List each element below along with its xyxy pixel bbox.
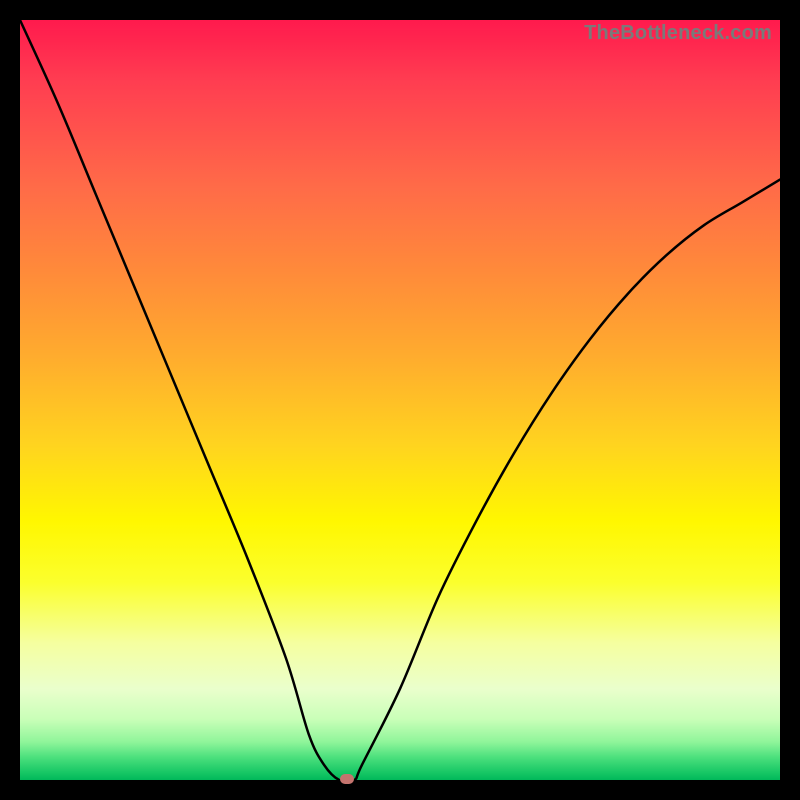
curve-path <box>20 20 780 782</box>
chart-area: TheBottleneck.com <box>20 20 780 780</box>
bottleneck-curve <box>20 20 780 780</box>
optimum-marker <box>340 774 354 784</box>
